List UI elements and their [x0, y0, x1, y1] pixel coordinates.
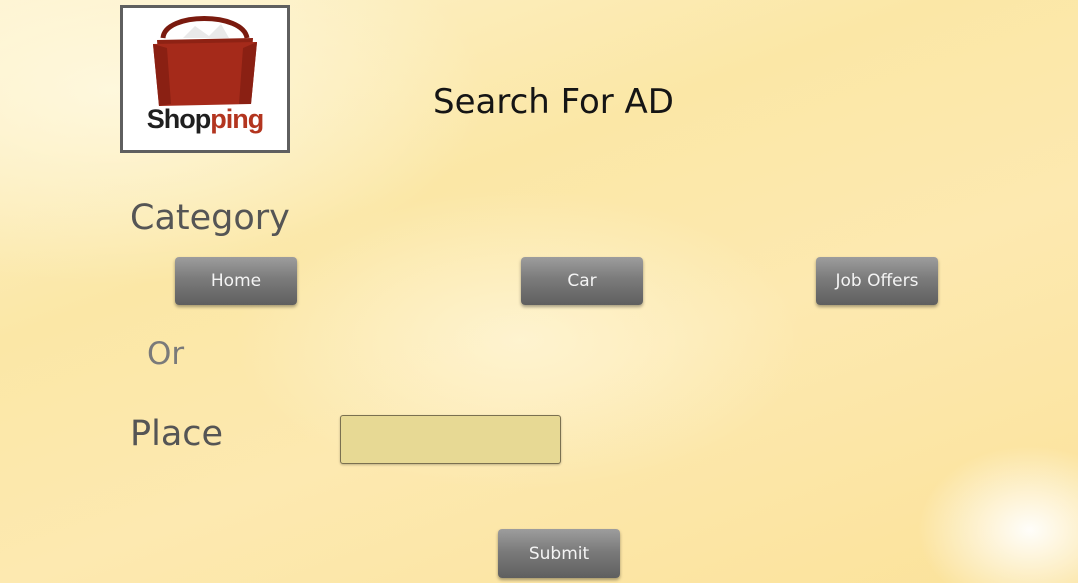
- category-job-offers-button[interactable]: Job Offers: [816, 257, 938, 305]
- submit-button[interactable]: Submit: [498, 529, 620, 578]
- shopping-logo: Shopping: [120, 5, 290, 153]
- or-separator: Or: [147, 336, 185, 372]
- category-home-button[interactable]: Home: [175, 257, 297, 305]
- logo-wordmark: Shopping: [123, 106, 287, 133]
- logo-text-shop: Shop: [146, 104, 211, 134]
- category-label: Category: [130, 198, 290, 238]
- page-title: Search For AD: [433, 82, 674, 122]
- place-label: Place: [130, 414, 224, 454]
- logo-text-ping: ping: [210, 104, 264, 134]
- place-input[interactable]: [340, 415, 561, 464]
- category-car-button[interactable]: Car: [521, 257, 643, 305]
